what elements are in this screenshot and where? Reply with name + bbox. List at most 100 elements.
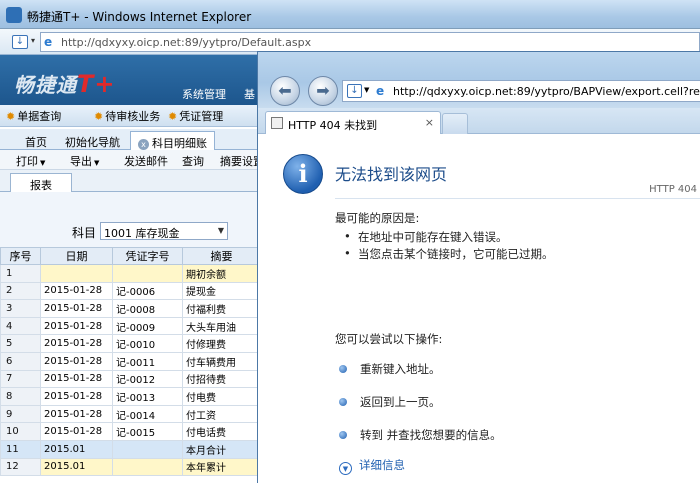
menu-system-management[interactable]: 系统管理 — [182, 86, 226, 102]
front-chrome: ⬅ ➡ ↓ ▼ e http://qdxyxy.oicp.net:89/yytp… — [258, 52, 700, 108]
table-row[interactable]: 6 2015-01-28 记-0011 付车辆费用 — [0, 351, 261, 371]
cell-summary: 付招待费 — [182, 369, 261, 389]
cell-date: 2015-01-28 — [40, 351, 113, 371]
table-row[interactable]: 1 期初余额 — [0, 264, 261, 283]
cell-summary: 付电费 — [182, 387, 261, 406]
reason-item: 在地址中可能存在键入错误。 — [344, 229, 507, 245]
cell-summary: 大头车用油 — [182, 316, 261, 336]
cell-voucher: 记-0014 — [112, 404, 183, 424]
ledger-table: 序号 日期 凭证字号 摘要 1 期初余额 2 2015-01-28 记-0006 提现金 3… — [0, 247, 261, 477]
page-icon[interactable]: ↓ — [347, 84, 362, 98]
chevron-down-icon[interactable]: ▼ — [364, 86, 369, 94]
cell-seq: 3 — [0, 299, 41, 318]
bullet-icon — [339, 365, 347, 373]
front-tab-strip: HTTP 404 未找到 × — [258, 108, 700, 134]
cell-summary: 本年累计 — [182, 457, 261, 477]
more-info-link[interactable]: ▼ 详细信息 — [339, 457, 405, 475]
cell-voucher — [112, 457, 183, 477]
column-header-date[interactable]: 日期 — [40, 247, 113, 265]
close-icon[interactable]: x — [138, 139, 149, 150]
cell-date — [40, 264, 113, 283]
table-row[interactable]: 4 2015-01-28 记-0009 大头车用油 — [0, 316, 261, 336]
cell-seq: 4 — [0, 316, 41, 336]
cell-date: 2015-01-28 — [40, 387, 113, 406]
cell-voucher: 记-0015 — [112, 422, 183, 441]
table-row[interactable]: 3 2015-01-28 记-0008 付福利费 — [0, 299, 261, 318]
query-button[interactable]: 查询 — [182, 153, 204, 169]
back-address-input[interactable]: e http://qdxyxy.oicp.net:89/yytpro/Defau… — [40, 32, 700, 52]
tab-http-404[interactable]: HTTP 404 未找到 × — [265, 111, 441, 134]
table-row[interactable]: 9 2015-01-28 记-0014 付工资 — [0, 404, 261, 424]
gear-icon: ✹ — [6, 110, 16, 123]
back-address-url[interactable]: http://qdxyxy.oicp.net:89/yytpro/Default… — [61, 36, 311, 49]
print-button[interactable]: 打印 ▼ — [16, 153, 45, 169]
new-tab-button[interactable] — [442, 113, 468, 134]
error-page: i 无法找到该网页 HTTP 404 最可能的原因是: 在地址中可能存在键入错误… — [258, 134, 700, 483]
cell-date: 2015-01-28 — [40, 404, 113, 424]
close-icon[interactable]: × — [425, 116, 434, 129]
back-window-title: 畅捷通T+ - Windows Internet Explorer — [27, 10, 252, 24]
cell-date: 2015-01-28 — [40, 299, 113, 318]
column-header-voucher[interactable]: 凭证字号 — [112, 247, 183, 265]
quick-link-pending-review[interactable]: ✹ 待审核业务 — [94, 108, 160, 124]
bullet-icon — [339, 431, 347, 439]
cell-voucher: 记-0008 — [112, 299, 183, 318]
cell-date: 2015.01 — [40, 457, 113, 477]
cell-summary: 付修理费 — [182, 334, 261, 353]
cell-voucher: 记-0012 — [112, 369, 183, 389]
quick-link-voucher-management[interactable]: ✹ 凭证管理 — [168, 108, 223, 124]
front-address-url[interactable]: http://qdxyxy.oicp.net:89/yytpro/BAPView… — [393, 85, 700, 98]
cell-summary: 付电话费 — [182, 422, 261, 441]
app-logo: 畅捷通T+ — [14, 70, 116, 98]
back-button[interactable]: ⬅ — [270, 76, 300, 106]
cell-summary: 期初余额 — [182, 264, 261, 283]
cell-voucher — [112, 264, 183, 283]
cell-date: 2015.01 — [40, 439, 113, 459]
cell-seq: 9 — [0, 404, 41, 424]
cell-seq: 6 — [0, 351, 41, 371]
subject-select[interactable]: 1001 库存现金 ▼ — [100, 222, 228, 240]
ie-logo-icon: e — [44, 35, 53, 49]
front-address-bar[interactable]: ↓ ▼ e http://qdxyxy.oicp.net:89/yytpro/B… — [342, 80, 700, 102]
tab-title: HTTP 404 未找到 — [288, 119, 378, 132]
gear-icon: ✹ — [94, 110, 104, 123]
cell-voucher: 记-0013 — [112, 387, 183, 406]
send-email-button[interactable]: 发送邮件 — [124, 153, 168, 169]
tab-subject-ledger[interactable]: x 科目明细账 — [130, 131, 215, 150]
menu-basic[interactable]: 基 — [244, 86, 255, 102]
cell-date: 2015-01-28 — [40, 316, 113, 336]
chevron-down-icon: ▼ — [339, 462, 352, 475]
table-row[interactable]: 5 2015-01-28 记-0010 付修理费 — [0, 334, 261, 353]
tab-init-navigation[interactable]: 初始化导航 — [58, 131, 127, 150]
chevron-down-icon[interactable]: ▾ — [31, 36, 35, 45]
column-header-summary[interactable]: 摘要 — [182, 247, 261, 265]
table-row[interactable]: 8 2015-01-28 记-0013 付电费 — [0, 387, 261, 406]
error-title: 无法找到该网页 — [335, 165, 448, 184]
cell-date: 2015-01-28 — [40, 422, 113, 441]
cell-voucher: 记-0009 — [112, 316, 183, 336]
table-row[interactable]: 12 2015.01 本年累计 — [0, 457, 261, 477]
page-icon[interactable]: ↓ — [12, 35, 28, 49]
table-row[interactable]: 10 2015-01-28 记-0015 付电话费 — [0, 422, 261, 441]
reason-item: 当您点击某个链接时，它可能已过期。 — [344, 246, 553, 262]
forward-button[interactable]: ➡ — [308, 76, 338, 106]
column-header-seq[interactable]: 序号 — [0, 247, 41, 265]
cell-seq: 11 — [0, 439, 41, 459]
table-row[interactable]: 7 2015-01-28 记-0012 付招待费 — [0, 369, 261, 389]
cell-seq: 12 — [0, 457, 41, 477]
chevron-down-icon[interactable]: ▼ — [218, 226, 224, 235]
cell-seq: 10 — [0, 422, 41, 441]
quick-link-document-query[interactable]: ✹ 单据查询 — [6, 108, 61, 124]
subject-label: 科目 — [72, 226, 97, 240]
cell-seq: 7 — [0, 369, 41, 389]
reasons-heading: 最可能的原因是: — [335, 211, 420, 225]
tab-report[interactable]: 报表 — [10, 173, 72, 192]
tab-home[interactable]: 首页 — [18, 131, 54, 150]
export-button[interactable]: 导出 ▼ — [70, 153, 99, 169]
table-row[interactable]: 11 2015.01 本月合计 — [0, 439, 261, 459]
cell-seq: 2 — [0, 281, 41, 301]
cell-date: 2015-01-28 — [40, 281, 113, 301]
page-icon — [271, 117, 283, 129]
table-row[interactable]: 2 2015-01-28 记-0006 提现金 — [0, 281, 261, 301]
cell-summary: 付车辆费用 — [182, 351, 261, 371]
